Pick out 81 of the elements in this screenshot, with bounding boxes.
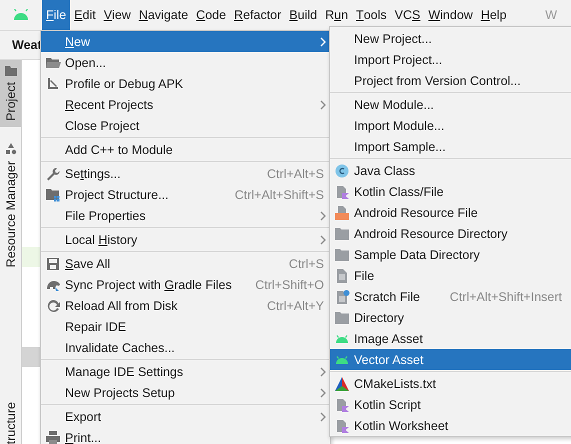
menu-item[interactable]: Sync Project with Gradle Files Ctrl+Shift+O <box>41 274 330 295</box>
menu-item[interactable]: Project from Version Control... <box>330 70 571 91</box>
menu[interactable]: Edit <box>70 0 100 30</box>
menu-item[interactable]: Vector Asset <box>330 349 571 370</box>
menu-item[interactable]: Java Class <box>330 160 571 181</box>
kotlin-file-icon <box>334 184 350 198</box>
printer-icon <box>46 430 60 444</box>
menu-item[interactable]: Manage IDE Settings <box>41 361 330 382</box>
tool-window-tab[interactable]: Resource Manager <box>0 136 21 274</box>
save-icon <box>46 256 60 270</box>
menu-item[interactable]: Profile or Debug APK <box>41 73 330 94</box>
folder-icon <box>334 310 350 324</box>
menu-item[interactable]: New Projects Setup <box>41 382 330 403</box>
menu-item[interactable]: Save All Ctrl+S <box>41 253 330 274</box>
menu-item[interactable]: File <box>330 265 571 286</box>
project-name[interactable]: Weat <box>12 38 42 52</box>
menu-item[interactable]: Reload All from Disk Ctrl+Alt+Y <box>41 295 330 316</box>
menu-item[interactable]: Invalidate Caches... <box>41 337 330 358</box>
file-icon <box>334 268 350 282</box>
menu-item[interactable]: Sample Data Directory <box>330 244 571 265</box>
folder-icon <box>46 56 60 70</box>
menu-item[interactable]: Close Project <box>41 115 330 136</box>
menu-item[interactable]: Repair IDE <box>41 316 330 337</box>
menu-item[interactable]: Import Project... <box>330 49 571 70</box>
menu[interactable]: Navigate <box>134 0 192 30</box>
tool-window-tab[interactable]: Project <box>0 60 21 127</box>
menu-item[interactable]: Import Module... <box>330 115 571 136</box>
folder-icon <box>334 226 350 240</box>
menu-item[interactable]: Open... <box>41 52 330 73</box>
folder-icon <box>4 66 16 76</box>
folder-icon <box>334 248 350 262</box>
shapes-icon <box>4 142 16 155</box>
menu[interactable]: File <box>42 0 70 30</box>
menu[interactable]: View <box>100 0 135 30</box>
kotlin-file-icon <box>334 398 350 412</box>
menu-item[interactable]: Kotlin Class/File <box>330 181 571 202</box>
menu-item[interactable]: Settings... Ctrl+Alt+S <box>41 163 330 184</box>
window-title: W <box>545 7 558 24</box>
menu-item[interactable]: Image Asset <box>330 328 571 349</box>
menu[interactable]: VCS <box>390 0 424 30</box>
menu-item[interactable]: Scratch File Ctrl+Alt+Shift+Insert <box>330 286 571 307</box>
menu-item[interactable]: Kotlin Script <box>330 394 571 415</box>
shortcut-label: Ctrl+Alt+Y <box>267 298 325 312</box>
menu[interactable]: Help <box>476 0 511 30</box>
menu-item[interactable]: Android Resource File <box>330 202 571 223</box>
shortcut-label: Ctrl+Shift+O <box>255 278 325 292</box>
shortcut-label: Ctrl+Alt+Shift+S <box>234 188 325 202</box>
resource-file-icon <box>334 206 350 220</box>
android-icon <box>12 9 30 21</box>
menu-item[interactable]: CMakeLists.txt <box>330 373 571 394</box>
menu-item[interactable]: Kotlin Worksheet <box>330 415 571 436</box>
shortcut-label: Ctrl+Alt+Shift+Insert <box>450 290 563 304</box>
menu-item[interactable]: Local History <box>41 229 330 250</box>
menu-item[interactable]: New <box>41 31 330 52</box>
menu-item[interactable]: File Properties <box>41 205 330 226</box>
menu-item[interactable]: Export <box>41 406 330 427</box>
kotlin-file-icon <box>334 418 350 432</box>
menu-item[interactable]: New Module... <box>330 94 571 115</box>
menu[interactable]: Window <box>424 0 477 30</box>
scratch-file-icon <box>334 290 350 304</box>
menu-item[interactable]: Recent Projects <box>41 94 330 115</box>
menu[interactable]: Build <box>285 0 322 30</box>
menu-item[interactable]: New Project... <box>330 28 571 49</box>
class-icon <box>334 164 350 178</box>
menu-item[interactable]: Import Sample... <box>330 136 571 157</box>
reload-icon <box>46 298 60 312</box>
shortcut-label: Ctrl+Alt+S <box>267 166 325 180</box>
folder-grid-icon <box>46 188 60 202</box>
menu-item[interactable]: Print... <box>41 427 330 444</box>
menu-item[interactable]: Project Structure... Ctrl+Alt+Shift+S <box>41 184 330 205</box>
wrench-icon <box>46 166 60 180</box>
tool-window-tab[interactable]: tructure <box>0 396 21 444</box>
menu-item[interactable]: Android Resource Directory <box>330 223 571 244</box>
shortcut-label: Ctrl+S <box>288 256 325 270</box>
triangle-icon <box>334 376 350 390</box>
menu[interactable]: Tools <box>352 0 391 30</box>
menu[interactable]: Run <box>321 0 352 30</box>
menu[interactable]: Code <box>192 0 230 30</box>
menu[interactable]: Refactor <box>230 0 286 30</box>
menu-item[interactable]: Add C++ to Module <box>41 139 330 160</box>
menu-item[interactable]: Directory <box>330 307 571 328</box>
